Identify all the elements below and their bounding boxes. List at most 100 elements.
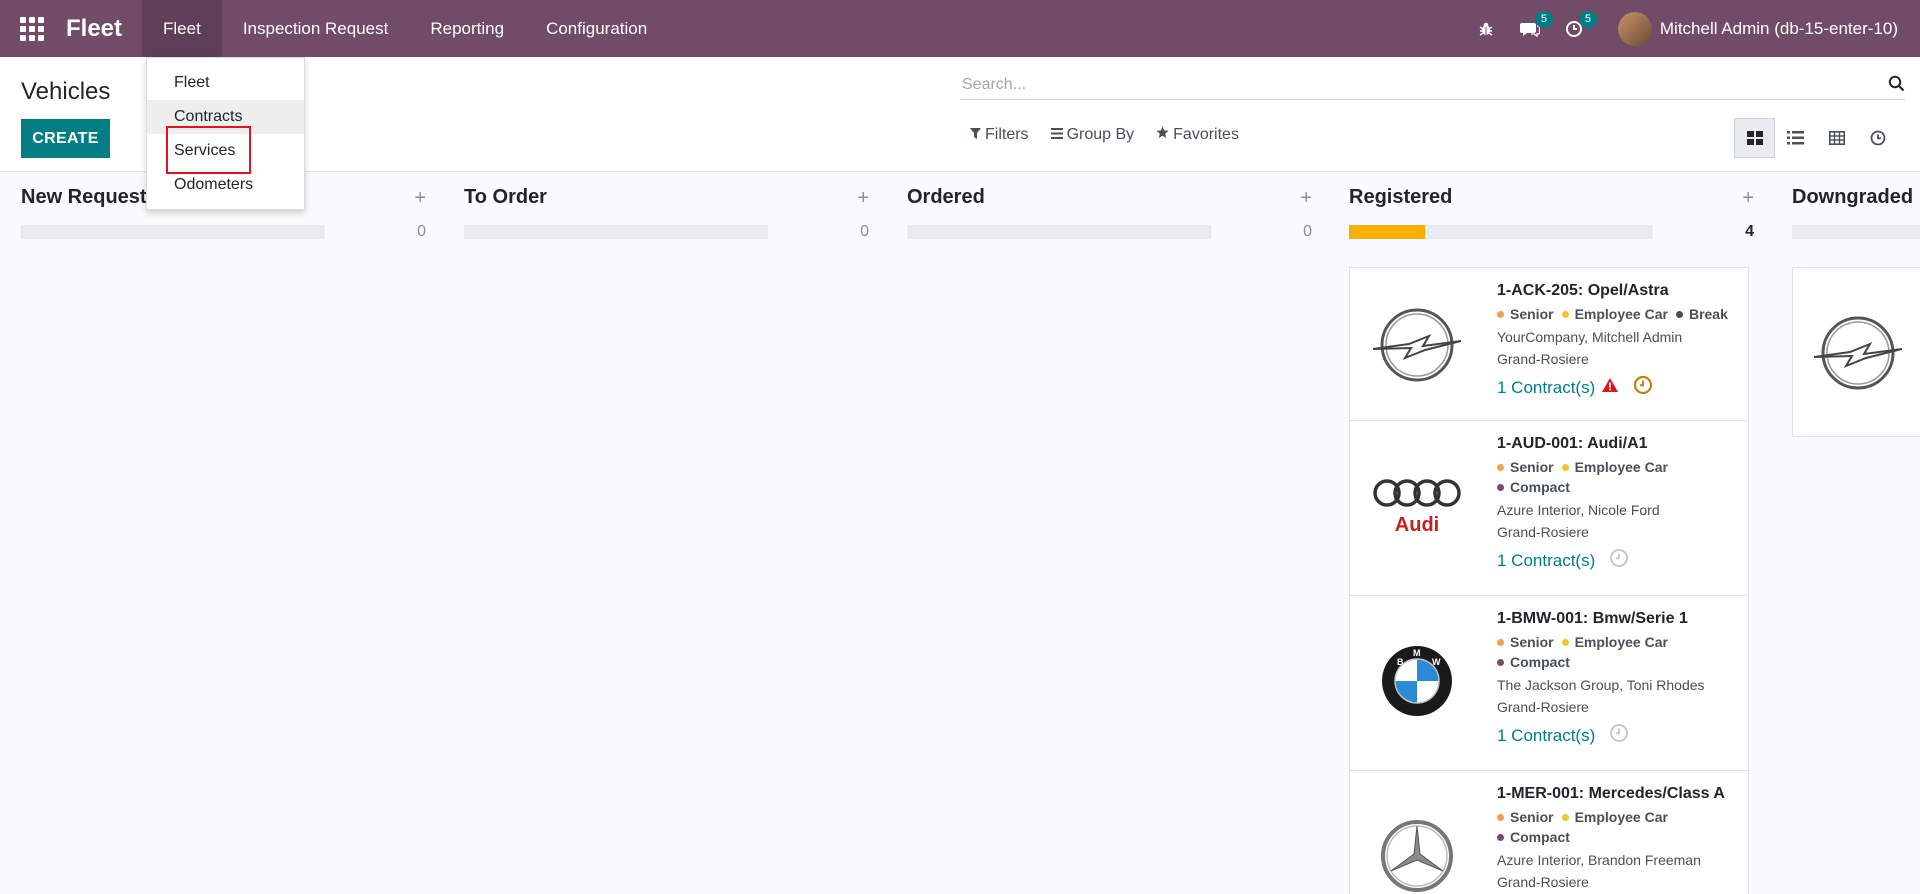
column-title: Downgraded	[1792, 186, 1914, 208]
column-quick-create-icon[interactable]: +	[857, 187, 869, 210]
svg-text:W: W	[1432, 657, 1441, 667]
column-title: Ordered	[907, 186, 985, 208]
search-icon[interactable]	[1888, 75, 1905, 97]
vehicle-card-bmw-serie-1[interactable]: BM W 1-BMW-001: Bmw/Serie 1 Senior Employ…	[1349, 595, 1749, 771]
warning-triangle-icon	[1601, 377, 1619, 398]
group-by-button[interactable]: Group By	[1050, 126, 1135, 144]
svg-text:B: B	[1397, 657, 1404, 667]
opel-logo-icon	[1372, 300, 1462, 390]
view-switcher	[1734, 118, 1898, 158]
opel-logo-icon	[1813, 308, 1903, 398]
tag-employee-car: Employee Car	[1561, 306, 1668, 322]
vehicle-company-driver: Azure Interior, Nicole Ford	[1497, 502, 1660, 518]
column-quick-create-icon[interactable]: +	[414, 187, 426, 210]
kanban-board: New Request + 0 To Order + 0 Ordered + 0…	[0, 173, 1920, 894]
group-by-bars-icon	[1050, 126, 1063, 144]
contracts-link[interactable]: 1 Contract(s)	[1497, 375, 1747, 400]
search-bar	[960, 70, 1905, 100]
filter-funnel-icon	[970, 126, 981, 144]
filters-button[interactable]: Filters	[970, 126, 1029, 144]
vehicle-tags: Senior Employee Car Compact	[1497, 459, 1737, 495]
messages-count-badge: 5	[1534, 11, 1554, 28]
bmw-logo-icon: BM W	[1372, 636, 1462, 726]
vehicle-card-mercedes-class-a[interactable]: 1-MER-001: Mercedes/Class A Senior Emplo…	[1349, 770, 1749, 894]
tag-senior: Senior	[1497, 634, 1554, 650]
vehicle-card-audi-a1[interactable]: Audi 1-AUD-001: Audi/A1 Senior Employee …	[1349, 420, 1749, 596]
column-count: 0	[417, 223, 426, 240]
activity-view-icon[interactable]	[1857, 118, 1898, 158]
app-brand[interactable]: Fleet	[64, 0, 142, 57]
column-progress-bar[interactable]	[21, 225, 325, 239]
user-name: Mitchell Admin (db-15-enter-10)	[1659, 18, 1898, 38]
kanban-column-downgraded: Downgraded	[1792, 173, 1920, 894]
user-avatar	[1617, 11, 1652, 46]
contracts-link[interactable]: 1 Contract(s)	[1497, 548, 1747, 573]
column-quick-create-icon[interactable]: +	[1300, 187, 1312, 210]
vehicle-tags: Senior Employee Car Break	[1497, 306, 1747, 322]
column-title: Registered	[1349, 186, 1453, 208]
activity-clock-icon[interactable]	[1633, 375, 1653, 400]
audi-logo-icon: Audi	[1372, 461, 1462, 551]
tag-senior: Senior	[1497, 459, 1554, 475]
vehicle-name: 1-MER-001: Mercedes/Class A	[1497, 785, 1725, 802]
column-count: 4	[1745, 223, 1754, 240]
favorites-label: Favorites	[1173, 126, 1239, 143]
search-input[interactable]	[960, 70, 1860, 100]
column-progress-bar[interactable]	[464, 225, 768, 239]
list-view-icon[interactable]	[1775, 118, 1816, 158]
favorites-button[interactable]: Favorites	[1156, 126, 1239, 144]
menu-inspection-request[interactable]: Inspection Request	[222, 0, 410, 57]
contracts-count: 1 Contract(s)	[1497, 550, 1596, 570]
debug-bug-icon[interactable]	[1464, 0, 1508, 57]
kanban-view-icon[interactable]	[1734, 118, 1775, 158]
column-progress-bar[interactable]	[1792, 225, 1920, 239]
tag-compact: Compact	[1497, 829, 1737, 845]
activities-clock-icon[interactable]: 5	[1552, 0, 1598, 57]
menu-fleet[interactable]: Fleet	[142, 0, 222, 57]
vehicle-name: 1-BMW-001: Bmw/Serie 1	[1497, 610, 1688, 627]
activity-clock-icon[interactable]	[1609, 723, 1629, 748]
contracts-link[interactable]: 1 Contract(s)	[1497, 723, 1747, 748]
tag-compact: Compact	[1497, 479, 1737, 495]
group-by-label: Group By	[1066, 126, 1135, 143]
apps-menu-icon[interactable]	[0, 0, 64, 57]
activity-clock-icon[interactable]	[1609, 548, 1629, 573]
vehicle-company-driver: Azure Interior, Brandon Freeman	[1497, 852, 1701, 868]
menu-reporting[interactable]: Reporting	[409, 0, 525, 57]
tag-senior: Senior	[1497, 809, 1554, 825]
user-menu[interactable]: Mitchell Admin (db-15-enter-10)	[1596, 11, 1920, 46]
svg-text:Audi: Audi	[1395, 514, 1439, 536]
vehicle-location: Grand-Rosiere	[1497, 351, 1589, 367]
tag-employee-car: Employee Car	[1561, 809, 1668, 825]
column-title: To Order	[464, 186, 547, 208]
vehicle-name: 1-ACK-205: Opel/Astra	[1497, 282, 1669, 299]
vehicle-company-driver: YourCompany, Mitchell Admin	[1497, 329, 1683, 345]
vehicle-card-opel-astra[interactable]: 1-ACK-205: Opel/Astra Senior Employee Ca…	[1349, 267, 1749, 421]
vehicle-tags: Senior Employee Car Compact	[1497, 634, 1737, 670]
favorites-star-icon	[1156, 126, 1169, 144]
column-count: 0	[860, 223, 869, 240]
vehicle-company-driver: The Jackson Group, Toni Rhodes	[1497, 677, 1705, 693]
menu-configuration[interactable]: Configuration	[525, 0, 668, 57]
column-progress-bar[interactable]	[907, 225, 1211, 239]
create-button[interactable]: CREATE	[21, 119, 110, 158]
filters-label: Filters	[985, 126, 1029, 143]
column-quick-create-icon[interactable]: +	[1742, 187, 1754, 210]
contracts-count: 1 Contract(s)	[1497, 725, 1596, 745]
kanban-column-registered: Registered + 4 1-ACK-205: Opel/Astra Sen…	[1349, 173, 1754, 894]
vehicle-card-downgraded[interactable]	[1792, 267, 1920, 437]
messages-chat-icon[interactable]: 5	[1508, 0, 1554, 57]
pivot-view-icon[interactable]	[1816, 118, 1857, 158]
tag-break: Break	[1675, 306, 1728, 322]
mercedes-logo-icon	[1372, 811, 1462, 894]
services-highlight-box	[166, 126, 251, 174]
dropdown-item-fleet[interactable]: Fleet	[147, 66, 304, 100]
column-progress-bar[interactable]	[1349, 225, 1653, 239]
search-options: Filters Group By Favorites	[970, 126, 1239, 144]
vehicle-location: Grand-Rosiere	[1497, 524, 1589, 540]
top-navbar: Fleet Fleet Inspection Request Reporting…	[0, 0, 1920, 57]
vehicle-location: Grand-Rosiere	[1497, 874, 1589, 890]
tag-employee-car: Employee Car	[1561, 459, 1668, 475]
page-title: Vehicles	[21, 78, 111, 105]
contracts-count: 1 Contract(s)	[1497, 377, 1596, 397]
